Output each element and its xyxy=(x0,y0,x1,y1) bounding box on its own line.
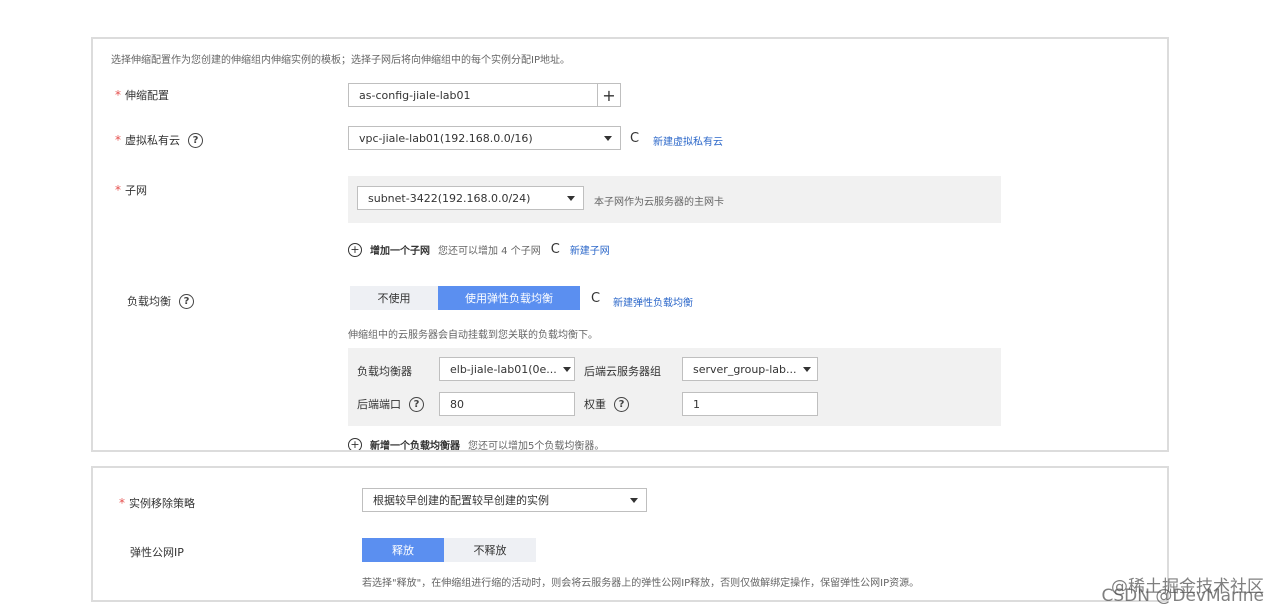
plus-circle-icon[interactable]: + xyxy=(348,437,362,450)
question-icon[interactable]: ? xyxy=(409,396,424,412)
chevron-down-icon xyxy=(567,195,575,201)
weight-input[interactable]: 1 xyxy=(682,392,818,416)
network-config-panel: 选择伸缩配置作为您创建的伸缩组内伸缩实例的模板；选择子网后将向伸缩组中的每个实例… xyxy=(91,37,1169,452)
refresh-icon[interactable]: C xyxy=(630,131,639,146)
question-icon[interactable]: ? xyxy=(188,132,203,148)
lb-hint: 伸缩组中的云服务器会自动挂载到您关联的负载均衡下。 xyxy=(348,330,598,341)
port-label: 后端端口 ? xyxy=(357,396,424,412)
subnet-hint: 本子网作为云服务器的主网卡 xyxy=(594,197,724,208)
required-icon: * xyxy=(119,496,125,510)
subnet-label: * 子网 xyxy=(115,183,147,197)
chevron-down-icon xyxy=(562,366,571,372)
balancer-select[interactable]: elb-jiale-lab01(0e... xyxy=(439,357,575,381)
add-as-config-button[interactable]: + xyxy=(597,83,621,107)
add-lb-button[interactable]: 新增一个负载均衡器 xyxy=(370,437,460,450)
add-subnet-row: + 增加一个子网 您还可以增加 4 个子网 C 新建子网 xyxy=(348,242,610,257)
refresh-icon[interactable]: C xyxy=(591,291,600,306)
lb-off-button[interactable]: 不使用 xyxy=(350,286,438,310)
panel-description: 选择伸缩配置作为您创建的伸缩组内伸缩实例的模板；选择子网后将向伸缩组中的每个实例… xyxy=(111,55,570,66)
eip-label: 弹性公网IP xyxy=(130,546,184,559)
vpc-select[interactable]: vpc-jiale-lab01(192.168.0.0/16) xyxy=(348,126,621,150)
required-icon: * xyxy=(115,133,121,147)
balancer-label: 负载均衡器 xyxy=(357,365,412,378)
new-vpc-link[interactable]: 新建虚拟私有云 xyxy=(653,133,723,148)
add-subnet-hint: 您还可以增加 4 个子网 xyxy=(438,246,541,257)
server-group-label: 后端云服务器组 xyxy=(584,365,661,378)
port-input[interactable]: 80 xyxy=(439,392,575,416)
subnet-select[interactable]: subnet-3422(192.168.0.0/24) xyxy=(357,186,584,210)
required-icon: * xyxy=(115,88,121,102)
server-group-select[interactable]: server_group-lab... xyxy=(682,357,818,381)
removal-policy-label: * 实例移除策略 xyxy=(119,496,195,510)
as-config-input[interactable]: as-config-jiale-lab01 xyxy=(348,83,598,107)
required-icon: * xyxy=(115,183,121,197)
new-subnet-link[interactable]: 新建子网 xyxy=(570,242,610,257)
watermark-csdn: CSDN @DevMarine xyxy=(1101,586,1264,606)
lb-toggle: 不使用 使用弹性负载均衡 xyxy=(350,286,580,310)
new-elb-link[interactable]: 新建弹性负载均衡 xyxy=(613,294,693,309)
as-config-label: * 伸缩配置 xyxy=(115,88,169,102)
removal-policy-select[interactable]: 根据较早创建的配置较早创建的实例 xyxy=(362,488,647,512)
question-icon[interactable]: ? xyxy=(179,293,194,309)
eip-hint: 若选择"释放"，在伸缩组进行缩的活动时，则会将云服务器上的弹性公网IP释放，否则… xyxy=(362,578,920,589)
removal-policy-panel: * 实例移除策略 根据较早创建的配置较早创建的实例 弹性公网IP 释放 不释放 … xyxy=(91,466,1169,602)
refresh-icon[interactable]: C xyxy=(551,242,560,257)
eip-release-button[interactable]: 释放 xyxy=(362,538,444,562)
add-subnet-button[interactable]: 增加一个子网 xyxy=(370,242,430,257)
chevron-down-icon xyxy=(604,135,612,141)
add-lb-hint: 您还可以增加5个负载均衡器。 xyxy=(468,441,605,452)
plus-circle-icon[interactable]: + xyxy=(348,242,362,257)
lb-on-button[interactable]: 使用弹性负载均衡 xyxy=(438,286,580,310)
add-lb-row: + 新增一个负载均衡器 您还可以增加5个负载均衡器。 xyxy=(348,437,605,452)
eip-toggle: 释放 不释放 xyxy=(362,538,536,562)
chevron-down-icon xyxy=(802,366,811,372)
eip-keep-button[interactable]: 不释放 xyxy=(444,538,536,562)
weight-label: 权重 ? xyxy=(584,396,629,412)
chevron-down-icon xyxy=(630,497,638,503)
vpc-label: * 虚拟私有云 ? xyxy=(115,132,203,148)
lb-label: 负载均衡 ? xyxy=(127,293,194,309)
question-icon[interactable]: ? xyxy=(614,396,629,412)
